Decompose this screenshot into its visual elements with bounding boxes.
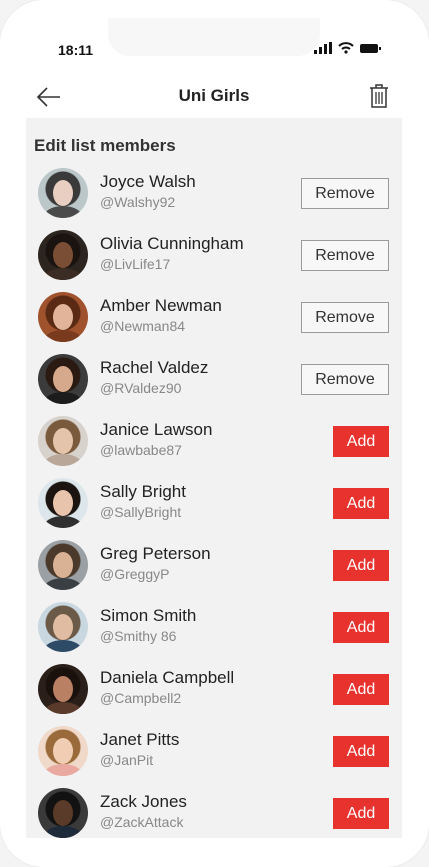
member-handle: @Newman84 [100, 318, 186, 334]
list-item: Rachel Valdez @RValdez90 Remove [26, 354, 402, 416]
avatar-face [53, 490, 73, 516]
wifi-icon [338, 42, 354, 54]
avatar [38, 664, 88, 714]
status-icons [314, 42, 382, 54]
member-name: Janice Lawson [100, 420, 213, 439]
battery-icon [360, 43, 381, 53]
avatar-face [53, 800, 73, 826]
avatar [38, 788, 88, 838]
avatar [38, 416, 88, 466]
remove-button[interactable]: Remove [301, 302, 389, 333]
app-screen: 18:11 Uni Girls Edit list members Joyce … [26, 18, 402, 838]
avatar [38, 168, 88, 218]
add-button[interactable]: Add [333, 612, 389, 643]
status-time: 18:11 [58, 42, 94, 58]
remove-button[interactable]: Remove [301, 178, 389, 209]
add-button[interactable]: Add [333, 426, 389, 457]
member-handle: @ZackAttack [100, 814, 184, 830]
member-handle: @LivLife17 [100, 256, 171, 272]
add-button[interactable]: Add [333, 550, 389, 581]
member-name: Greg Peterson [100, 544, 211, 563]
avatar-face [53, 552, 73, 578]
member-handle: @Smithy 86 [100, 628, 177, 644]
remove-button[interactable]: Remove [301, 240, 389, 271]
member-name: Daniela Campbell [100, 668, 235, 687]
member-handle: @Walshy92 [100, 194, 176, 210]
member-name: Rachel Valdez [100, 358, 209, 377]
member-handle: @GreggyP [100, 566, 170, 582]
list-item: Janet Pitts @JanPit Add [26, 726, 402, 788]
signal-icon [314, 42, 332, 54]
member-name: Amber Newman [100, 296, 222, 315]
list-item: Daniela Campbell @Campbell2 Add [26, 664, 402, 726]
app-header: Uni Girls [26, 78, 402, 118]
avatar [38, 602, 88, 652]
members-panel: Edit list members Joyce Walsh @Walshy92 Re… [26, 118, 402, 838]
add-button[interactable]: Add [333, 488, 389, 519]
avatar [38, 478, 88, 528]
list-item: Janice Lawson @lawbabe87 Add [26, 416, 402, 478]
phone-frame: 18:11 Uni Girls Edit list members Joyce … [0, 0, 429, 867]
avatar-face [53, 676, 73, 702]
member-name: Simon Smith [100, 606, 197, 625]
add-button[interactable]: Add [333, 798, 389, 829]
add-button[interactable]: Add [333, 736, 389, 767]
avatar-face [53, 304, 73, 330]
page-title: Uni Girls [178, 86, 250, 105]
list-item: Joyce Walsh @Walshy92 Remove [26, 168, 402, 230]
remove-button[interactable]: Remove [301, 364, 389, 395]
avatar-face [53, 242, 73, 268]
avatar [38, 292, 88, 342]
member-name: Janet Pitts [100, 730, 180, 749]
section-title: Edit list members [34, 136, 176, 155]
avatar-face [53, 614, 73, 640]
member-handle: @JanPit [100, 752, 154, 768]
list-item: Greg Peterson @GreggyP Add [26, 540, 402, 602]
avatar [38, 726, 88, 776]
avatar-face [53, 366, 73, 392]
status-bar: 18:11 [26, 18, 402, 78]
avatar-face [53, 180, 73, 206]
list-item: Zack Jones @ZackAttack Add [26, 788, 402, 838]
add-button[interactable]: Add [333, 674, 389, 705]
avatar-face [53, 428, 73, 454]
member-name: Zack Jones [100, 792, 187, 811]
list-item: Simon Smith @Smithy 86 Add [26, 602, 402, 664]
member-handle: @SallyBright [100, 504, 182, 520]
list-item: Olivia Cunningham @LivLife17 Remove [26, 230, 402, 292]
avatar [38, 230, 88, 280]
trash-icon[interactable] [368, 83, 390, 109]
avatar-face [53, 738, 73, 764]
avatar [38, 354, 88, 404]
member-handle: @lawbabe87 [100, 442, 182, 458]
avatar [38, 540, 88, 590]
member-handle: @Campbell2 [100, 690, 182, 706]
member-handle: @RValdez90 [100, 380, 182, 396]
member-name: Sally Bright [100, 482, 186, 501]
member-name: Joyce Walsh [100, 172, 196, 191]
list-item: Sally Bright @SallyBright Add [26, 478, 402, 540]
member-name: Olivia Cunningham [100, 234, 244, 253]
list-item: Amber Newman @Newman84 Remove [26, 292, 402, 354]
